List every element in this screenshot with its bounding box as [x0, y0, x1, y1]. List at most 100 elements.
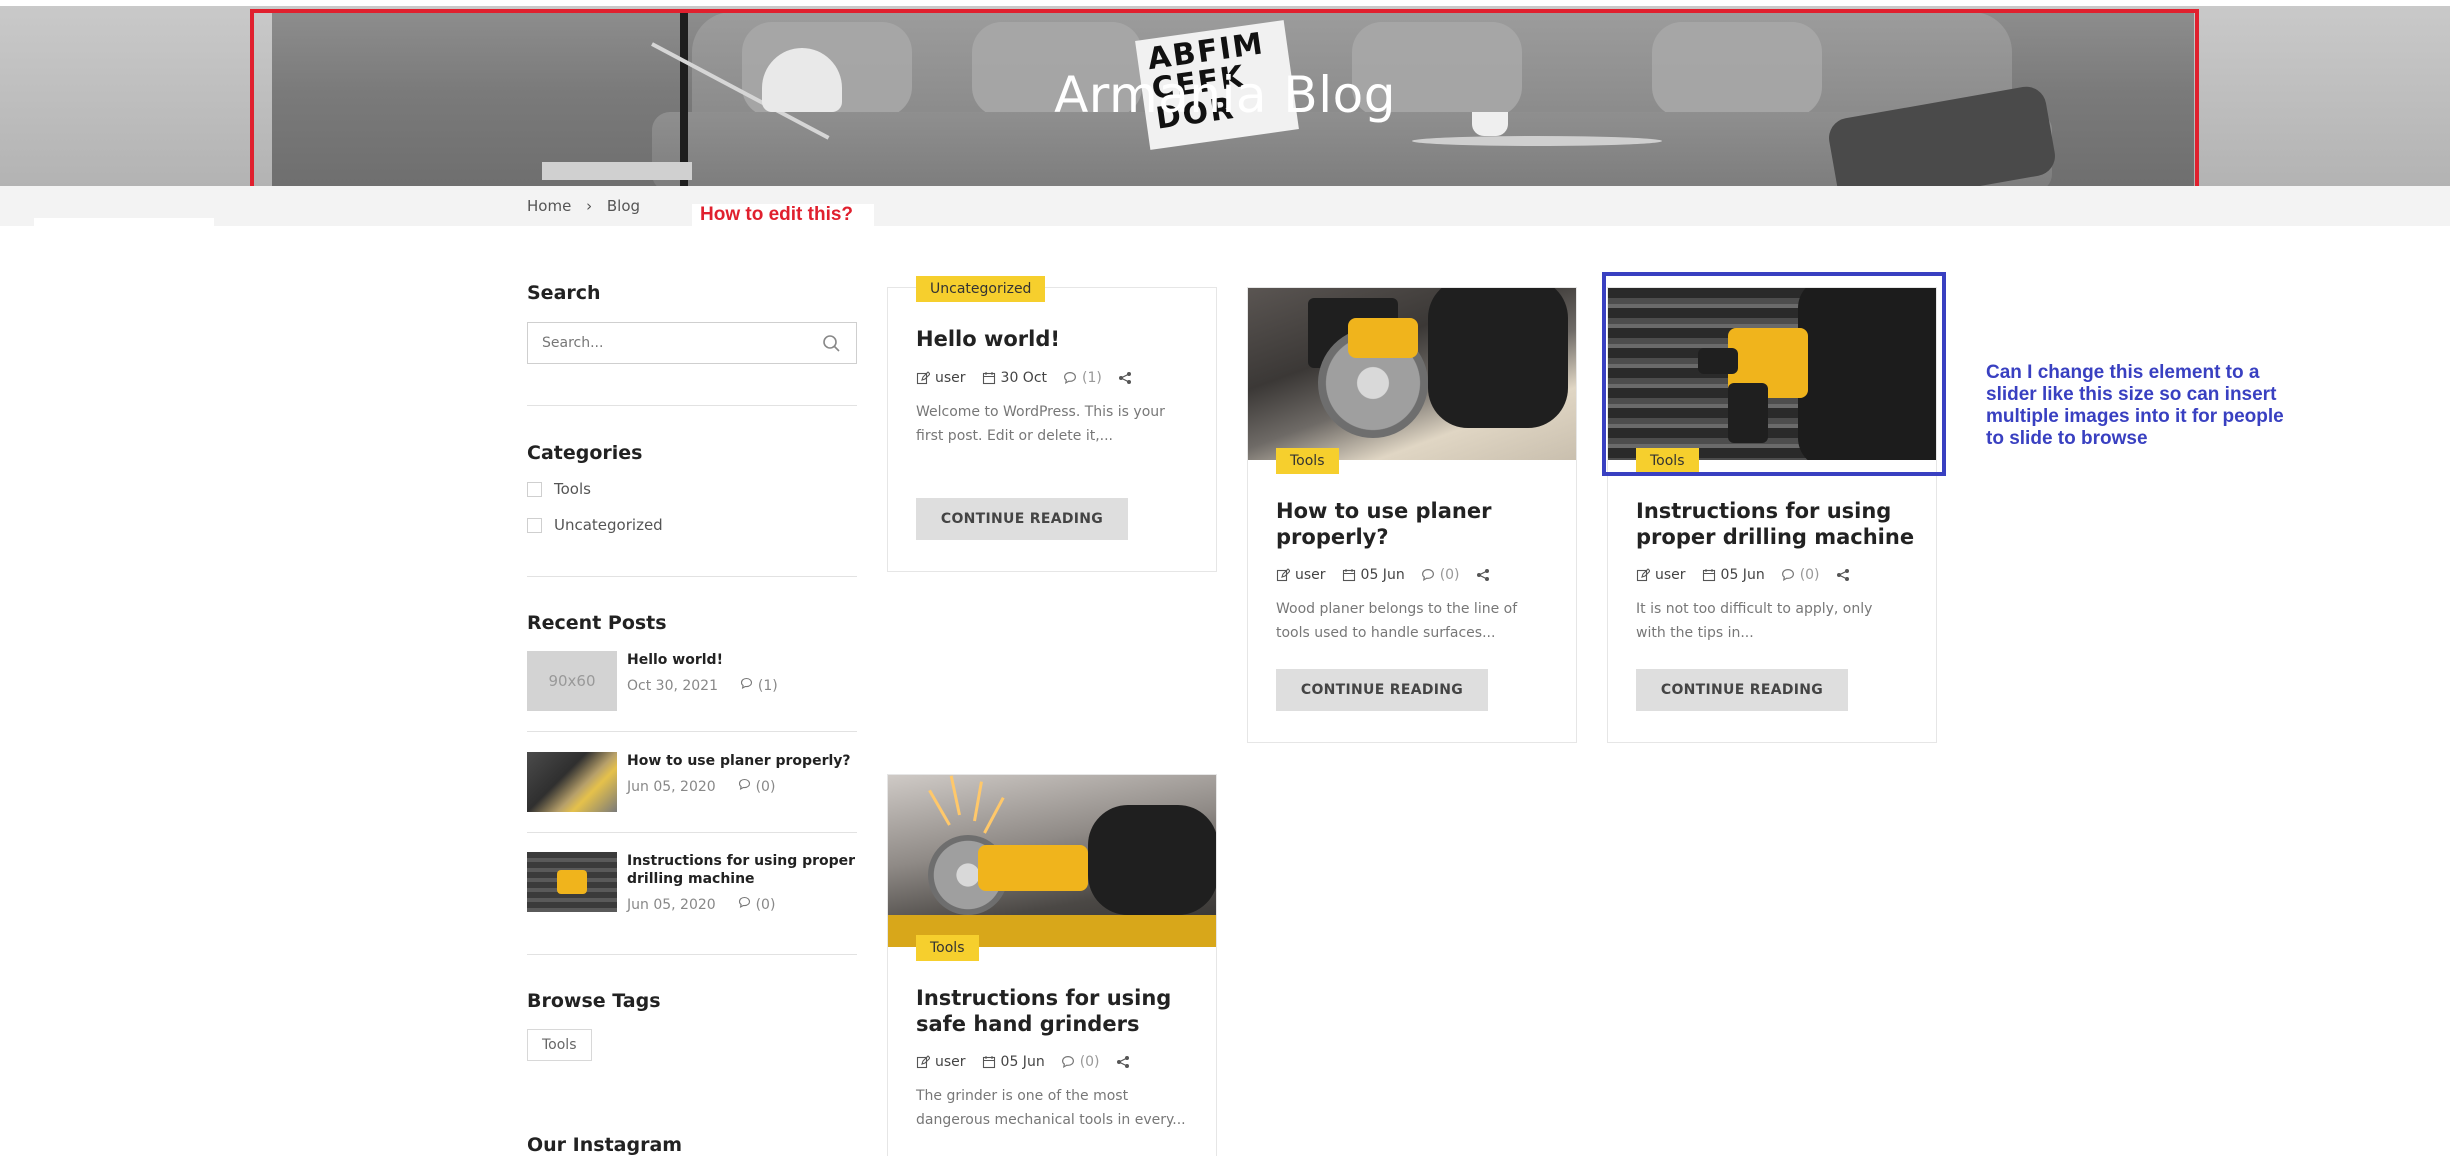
recent-post-comments: (0) — [755, 897, 776, 913]
post-comments[interactable]: (0) — [1440, 567, 1460, 583]
recent-post-thumbnail[interactable]: 90x60 — [527, 651, 617, 711]
continue-reading-button[interactable]: CONTINUE READING — [1276, 669, 1488, 711]
category-checkbox[interactable] — [527, 517, 542, 533]
post-title[interactable]: Instructions for using safe hand grinder… — [916, 985, 1196, 1037]
blue-annotation-frame — [1602, 272, 1946, 476]
spark — [949, 775, 961, 816]
edit-icon — [1636, 568, 1650, 582]
recent-post-title[interactable]: Hello world! — [627, 651, 778, 669]
post-category-badge[interactable]: Uncategorized — [916, 276, 1046, 302]
recent-post-thumbnail[interactable] — [527, 752, 617, 812]
post-comments[interactable]: (1) — [1082, 370, 1102, 386]
share-icon[interactable] — [1476, 568, 1490, 582]
sidebar-divider — [527, 576, 857, 577]
post-image-saw[interactable] — [1248, 288, 1576, 460]
red-annotation-note: How to edit this? — [700, 204, 854, 225]
post-category-badge[interactable]: Tools — [1276, 448, 1339, 474]
recent-post-item[interactable]: How to use planer properly? Jun 05, 2020… — [527, 752, 857, 812]
post-title[interactable]: Hello world! — [916, 326, 1196, 352]
red-annotation-frame — [250, 9, 2199, 197]
calendar-icon — [982, 372, 995, 385]
share-icon[interactable] — [1836, 568, 1850, 582]
recent-post-date: Oct 30, 2021 — [627, 678, 718, 694]
spark — [973, 781, 983, 822]
post-category-badge[interactable]: Tools — [916, 935, 979, 961]
edit-icon — [916, 371, 930, 385]
image-glove — [1088, 805, 1216, 915]
post-comments[interactable]: (0) — [1080, 1054, 1100, 1070]
recent-post-date: Jun 05, 2020 — [627, 779, 716, 795]
post-meta: user 05 Jun (0) — [1636, 567, 1871, 583]
recent-post-meta: Oct 30, 2021 (1) — [627, 677, 778, 694]
comment-icon — [1421, 569, 1434, 581]
continue-reading-button[interactable]: CONTINUE READING — [1636, 669, 1848, 711]
breadcrumb-current: Blog — [606, 197, 641, 215]
recent-post-item[interactable]: Instructions for using proper drilling m… — [527, 852, 857, 913]
recent-divider — [527, 832, 857, 833]
calendar-icon — [1702, 569, 1715, 582]
search-icon[interactable] — [821, 333, 843, 355]
post-author[interactable]: user — [1655, 567, 1686, 583]
post-excerpt: Wood planer belongs to the line of tools… — [1276, 601, 1518, 641]
recent-post-comments: (0) — [755, 779, 776, 795]
recent-post-meta: Jun 05, 2020 (0) — [627, 778, 851, 795]
post-excerpt: The grinder is one of the most dangerous… — [916, 1088, 1186, 1128]
recent-post-comments: (1) — [757, 678, 778, 694]
post-author[interactable]: user — [1295, 567, 1326, 583]
share-icon[interactable] — [1116, 1055, 1130, 1069]
grinder-body — [978, 845, 1088, 891]
post-meta: user 30 Oct (1) — [916, 370, 1153, 386]
post-meta: user 05 Jun (0) — [1276, 567, 1511, 583]
share-icon[interactable] — [1118, 371, 1132, 385]
edit-icon — [1276, 568, 1290, 582]
comment-icon — [740, 677, 753, 694]
sidebar-divider — [527, 954, 857, 955]
tag-tools[interactable]: Tools — [527, 1029, 592, 1061]
category-item-tools[interactable]: Tools — [527, 480, 591, 498]
calendar-icon — [982, 1056, 995, 1069]
recent-post-title[interactable]: How to use planer properly? — [627, 752, 851, 770]
comment-icon — [738, 778, 751, 795]
categories-heading: Categories — [527, 442, 643, 464]
post-author[interactable]: user — [935, 370, 966, 386]
saw-body — [1348, 318, 1418, 358]
spark — [928, 789, 951, 826]
post-excerpt: Welcome to WordPress. This is your first… — [916, 404, 1165, 444]
breadcrumb: Home › Blog — [527, 197, 650, 215]
recent-post-meta: Jun 05, 2020 (0) — [627, 896, 857, 913]
post-title[interactable]: How to use planer properly? — [1276, 498, 1556, 550]
blue-annotation-note: Can I change this element to a slider li… — [1986, 362, 2284, 449]
recent-post-date: Jun 05, 2020 — [627, 897, 716, 913]
post-excerpt: It is not too difficult to apply, only w… — [1636, 601, 1873, 641]
search-input[interactable] — [542, 332, 812, 354]
spark — [983, 796, 1005, 834]
post-card: Tools Instructions for using safe hand g… — [887, 774, 1217, 1156]
recent-post-title[interactable]: Instructions for using proper drilling m… — [627, 852, 857, 888]
post-card: Tools How to use planer properly? user 0… — [1247, 287, 1577, 743]
post-date: 05 Jun — [1720, 567, 1765, 583]
browse-tags-heading: Browse Tags — [527, 990, 661, 1012]
sidebar-divider — [527, 405, 857, 406]
recent-posts-heading: Recent Posts — [527, 612, 667, 634]
continue-reading-button[interactable]: CONTINUE READING — [916, 498, 1128, 540]
image-leg — [1428, 288, 1568, 428]
category-label: Uncategorized — [554, 516, 663, 534]
category-label: Tools — [554, 480, 591, 498]
recent-divider — [527, 731, 857, 732]
post-date: 05 Jun — [1360, 567, 1405, 583]
post-date: 05 Jun — [1000, 1054, 1045, 1070]
search-box — [527, 322, 857, 364]
post-author[interactable]: user — [935, 1054, 966, 1070]
post-image-grinder[interactable] — [888, 775, 1216, 947]
instagram-heading: Our Instagram — [527, 1134, 683, 1156]
category-checkbox[interactable] — [527, 481, 542, 497]
category-item-uncategorized[interactable]: Uncategorized — [527, 516, 663, 534]
comment-icon — [738, 896, 751, 913]
recent-post-thumbnail[interactable] — [527, 852, 617, 912]
breadcrumb-home-link[interactable]: Home — [527, 197, 571, 215]
recent-post-item[interactable]: 90x60 Hello world! Oct 30, 2021 (1) — [527, 651, 857, 711]
post-date: 30 Oct — [1000, 370, 1048, 386]
post-comments[interactable]: (0) — [1800, 567, 1820, 583]
breadcrumb-separator: › — [586, 197, 593, 215]
post-title[interactable]: Instructions for using proper drilling m… — [1636, 498, 1916, 550]
